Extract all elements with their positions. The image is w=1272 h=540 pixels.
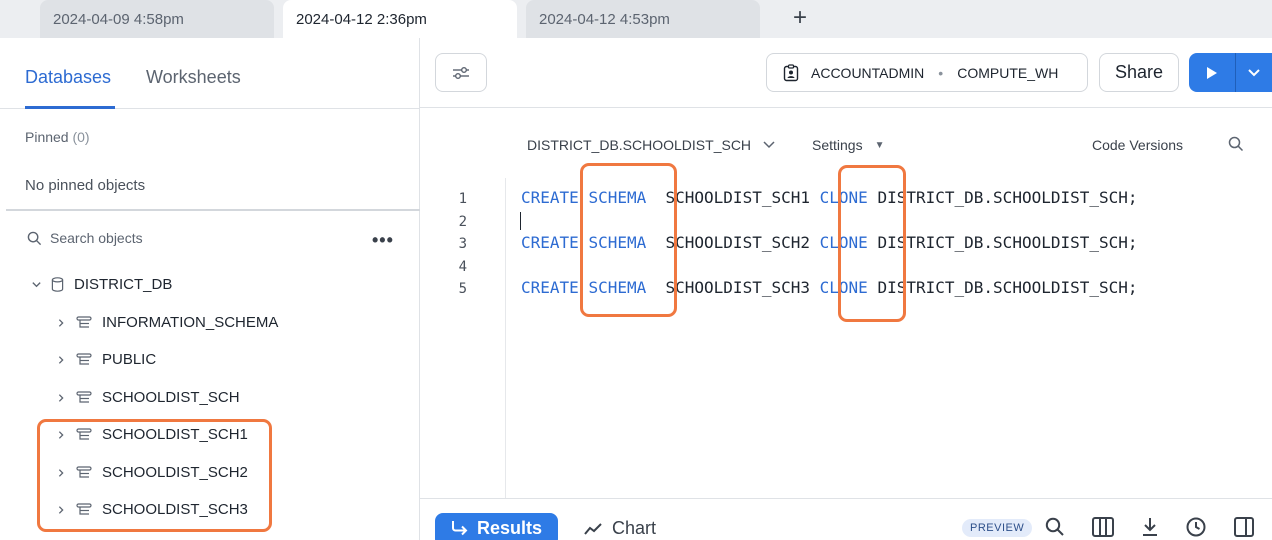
database-icon — [51, 277, 64, 292]
tab-label: 2024-04-12 2:36pm — [296, 10, 427, 28]
database-context-selector[interactable]: DISTRICT_DB.SCHOOLDIST_SCH — [527, 137, 775, 153]
source-identifier: DISTRICT_DB.SCHOOLDIST_SCH; — [877, 233, 1138, 252]
search-objects-placeholder: Search objects — [50, 230, 143, 246]
columns-icon[interactable] — [1092, 517, 1114, 537]
line-number-gutter: 1 2 3 4 5 — [420, 178, 506, 498]
role-warehouse-selector[interactable]: ACCOUNTADMIN • COMPUTE_WH — [766, 53, 1088, 92]
search-icon — [1228, 136, 1244, 152]
schema-icon — [76, 315, 92, 330]
schema-identifier: SCHOOLDIST_SCH3 — [665, 278, 811, 297]
results-label: Results — [477, 518, 543, 538]
tab-label: 2024-04-12 4:53pm — [539, 10, 670, 28]
line-number: 2 — [458, 214, 467, 230]
no-pinned-message: No pinned objects — [25, 177, 146, 194]
schema-name: INFORMATION_SCHEMA — [102, 314, 279, 331]
settings-label: Settings — [812, 137, 863, 153]
worksheet-tab[interactable]: 2024-04-12 4:53pm — [526, 0, 760, 38]
tab-worksheets[interactable]: Worksheets — [146, 67, 241, 88]
search-objects[interactable]: Search objects — [27, 230, 143, 246]
add-tab-button[interactable]: + — [786, 4, 814, 32]
chevron-right-icon — [54, 318, 68, 328]
code-versions-button[interactable]: Code Versions — [1092, 137, 1183, 153]
object-explorer-panel: Databases Worksheets Pinned (0) No pinne… — [0, 38, 420, 540]
keyword-create: CREATE — [521, 188, 579, 207]
worksheet-tab[interactable]: 2024-04-09 4:58pm — [40, 0, 274, 38]
run-button-group — [1189, 53, 1272, 92]
results-bar: Results Chart PREVIEW — [420, 498, 1272, 540]
tree-database-district-db[interactable]: DISTRICT_DB — [29, 276, 172, 293]
worksheet-tab-active[interactable]: 2024-04-12 2:36pm — [283, 0, 517, 38]
split-panel-icon[interactable] — [1234, 517, 1254, 537]
caret-down-icon: ▼ — [874, 139, 885, 151]
context-label: DISTRICT_DB.SCHOOLDIST_SCH — [527, 137, 752, 153]
role-badge-icon — [783, 63, 799, 81]
pinned-label: Pinned — [25, 129, 69, 145]
search-icon — [27, 231, 42, 245]
highlight-annotation-box — [580, 163, 677, 317]
pinned-count: (0) — [72, 129, 90, 145]
results-tab-button[interactable]: Results — [435, 513, 558, 540]
tree-schema-item[interactable]: PUBLIC — [54, 351, 156, 368]
worksheet-toolbar: ACCOUNTADMIN • COMPUTE_WH Share — [420, 38, 1272, 108]
run-button[interactable] — [1189, 53, 1236, 92]
schema-name: SCHOOLDIST_SCH — [102, 389, 240, 406]
keyword-create: CREATE — [521, 233, 579, 252]
role-name: ACCOUNTADMIN — [811, 64, 925, 81]
schema-name: PUBLIC — [102, 351, 157, 368]
tree-schema-item[interactable]: INFORMATION_SCHEMA — [54, 314, 278, 331]
chevron-down-icon — [29, 279, 43, 290]
pinned-header: Pinned (0) — [25, 129, 90, 145]
plus-icon: + — [792, 4, 807, 31]
filter-button[interactable] — [435, 53, 487, 92]
database-name: DISTRICT_DB — [74, 276, 173, 293]
editor-search-button[interactable] — [1228, 136, 1244, 157]
clock-icon[interactable] — [1186, 517, 1206, 537]
play-icon — [1207, 66, 1217, 79]
divider — [6, 209, 420, 211]
worksheet-tab-strip: 2024-04-09 4:58pm 2024-04-12 2:36pm 2024… — [0, 0, 1272, 38]
chevron-right-icon — [54, 393, 68, 403]
settings-dropdown[interactable]: Settings ▼ — [812, 137, 885, 153]
text-cursor — [520, 212, 521, 230]
line-number: 3 — [458, 236, 467, 252]
chevron-down-icon — [1248, 68, 1260, 76]
chevron-down-icon — [763, 141, 775, 149]
keyword-create: CREATE — [521, 278, 579, 297]
tab-label: 2024-04-09 4:58pm — [53, 10, 184, 28]
sliders-icon — [453, 66, 469, 79]
share-button[interactable]: Share — [1099, 53, 1179, 92]
line-number: 5 — [458, 281, 467, 297]
active-tab-indicator — [25, 106, 115, 109]
tab-databases[interactable]: Databases — [25, 67, 111, 88]
highlight-annotation-box — [838, 165, 906, 322]
source-identifier: DISTRICT_DB.SCHOOLDIST_SCH; — [877, 278, 1138, 297]
chart-tab-button[interactable]: Chart — [584, 518, 656, 539]
highlight-annotation-box — [37, 419, 272, 532]
search-icon[interactable] — [1045, 517, 1065, 537]
preview-badge: PREVIEW — [962, 519, 1033, 537]
line-number: 1 — [458, 191, 467, 207]
line-number: 4 — [458, 259, 467, 275]
schema-identifier: SCHOOLDIST_SCH1 — [665, 188, 811, 207]
run-options-button[interactable] — [1236, 53, 1272, 92]
chevron-right-icon — [54, 355, 68, 365]
line-chart-icon — [584, 522, 602, 535]
sidebar-tabs: Databases Worksheets — [0, 38, 420, 109]
schema-identifier: SCHOOLDIST_SCH2 — [665, 233, 811, 252]
source-identifier: DISTRICT_DB.SCHOOLDIST_SCH; — [877, 188, 1138, 207]
download-icon[interactable] — [1141, 517, 1159, 537]
tree-schema-item[interactable]: SCHOOLDIST_SCH — [54, 389, 240, 406]
schema-icon — [76, 390, 92, 405]
more-options-icon[interactable]: ••• — [372, 230, 394, 251]
turn-arrow-icon — [452, 521, 468, 536]
warehouse-name: COMPUTE_WH — [957, 64, 1059, 81]
separator-dot: • — [938, 64, 944, 81]
chart-label: Chart — [612, 518, 657, 538]
schema-icon — [76, 352, 92, 367]
